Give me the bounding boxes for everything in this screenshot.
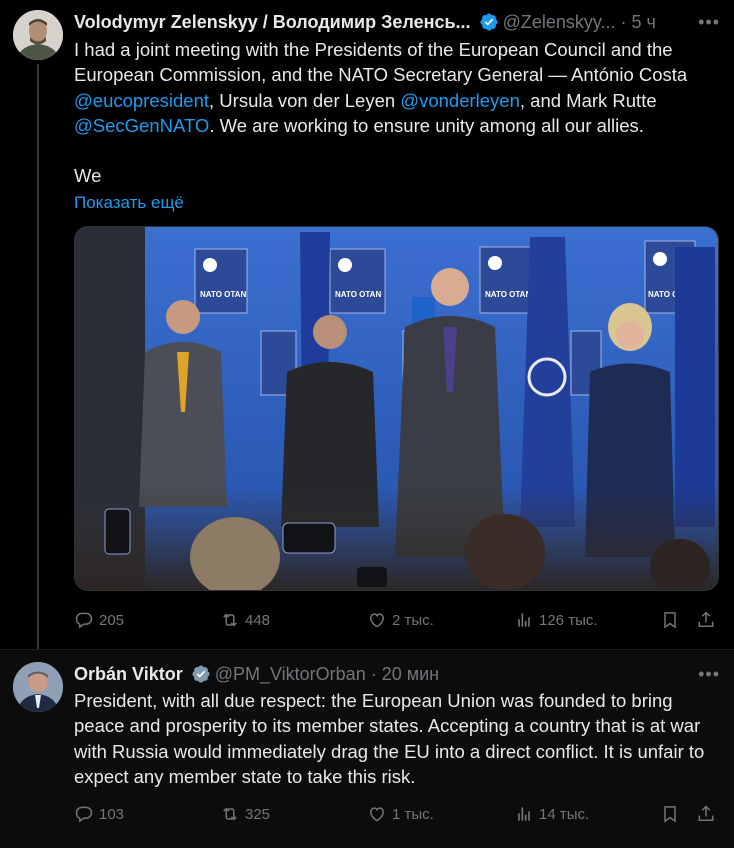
separator-dot: · [620, 11, 627, 32]
like-count: 2 тыс. [392, 611, 434, 629]
verified-badge-icon [192, 665, 210, 683]
author-handle[interactable]: @Zelenskyy... [503, 12, 616, 33]
like-icon [369, 613, 385, 628]
reply-count: 205 [99, 611, 125, 629]
nato-label: NATO OTAN [485, 290, 531, 299]
tweet-photo[interactable]: NATO OTAN NATO OTAN NATO OTAN NATO OTAN [74, 226, 719, 591]
tweet-text: I had a joint meeting with the President… [74, 37, 716, 216]
repost-count: 325 [245, 805, 271, 823]
author-name[interactable]: Orbán Viktor [74, 664, 183, 685]
share-icon [698, 805, 714, 821]
share-button[interactable] [696, 804, 721, 824]
views-icon [518, 613, 530, 627]
bookmark-icon [664, 806, 676, 823]
mention-link[interactable]: @eucopresident [74, 90, 209, 111]
text-part: , and Mark Rutte [519, 89, 657, 111]
reply-button[interactable]: 103 [74, 804, 124, 824]
reply-icon [75, 612, 93, 629]
bookmark-button[interactable] [660, 610, 685, 630]
repost-count: 448 [245, 611, 271, 629]
text-continued: We [74, 165, 102, 187]
like-count: 1 тыс. [392, 805, 434, 823]
tweet-actions: 103 325 1 тыс. 14 тыс. [74, 801, 720, 827]
tweet-actions: 205 448 2 тыс. 126 тыс. [74, 607, 720, 633]
photo-illustration: NATO OTAN NATO OTAN NATO OTAN NATO OTAN [75, 227, 718, 590]
share-icon [698, 611, 714, 627]
repost-button[interactable]: 448 [220, 610, 270, 630]
views-button[interactable]: 14 тыс. [514, 804, 589, 824]
share-button[interactable] [696, 610, 721, 630]
avatar[interactable] [13, 662, 63, 712]
tweet-orban[interactable]: Orbán Viktor @PM_ViktorOrban · 20 мин ••… [0, 649, 734, 848]
repost-icon [223, 613, 237, 627]
views-icon [518, 807, 530, 821]
bookmark-button[interactable] [660, 804, 685, 824]
avatar[interactable] [13, 10, 63, 60]
bookmark-icon [664, 612, 676, 629]
views-button[interactable]: 126 тыс. [514, 610, 598, 630]
mention-link[interactable]: @SecGenNATO [74, 115, 209, 136]
tweet-text: President, with all due respect: the Eur… [74, 690, 705, 787]
separator-dot: · [370, 663, 377, 684]
nato-label: NATO OTAN [335, 290, 381, 299]
repost-button[interactable]: 325 [220, 804, 270, 824]
mention-link[interactable]: @vonderleyen [400, 90, 520, 111]
like-button[interactable]: 1 тыс. [367, 804, 434, 824]
view-count: 14 тыс. [539, 805, 590, 823]
author-handle[interactable]: @PM_ViktorOrban [215, 664, 366, 685]
more-icon[interactable]: ••• [698, 12, 720, 33]
reply-count: 103 [99, 805, 125, 823]
tweet-header: Volodymyr Zelenskyy / Володимир Зеленсь.… [74, 9, 720, 35]
reply-button[interactable]: 205 [74, 610, 124, 630]
show-more-link[interactable]: Показать ещё [74, 190, 716, 215]
timestamp[interactable]: 20 мин [382, 664, 439, 685]
more-icon[interactable]: ••• [698, 664, 720, 685]
view-count: 126 тыс. [539, 611, 598, 629]
text-part: , Ursula von der Leyen [209, 89, 396, 111]
tweet-zelenskyy[interactable]: Volodymyr Zelenskyy / Володимир Зеленсь.… [0, 0, 734, 649]
verified-badge-icon [480, 13, 498, 31]
like-icon [369, 807, 385, 822]
repost-icon [223, 807, 237, 821]
like-button[interactable]: 2 тыс. [367, 610, 434, 630]
author-name[interactable]: Volodymyr Zelenskyy / Володимир Зеленсь.… [74, 12, 471, 33]
text-part: I had a joint meeting with the President… [74, 39, 688, 86]
text-part: . We are working to ensure unity among a… [209, 114, 644, 136]
tweet-header: Orbán Viktor @PM_ViktorOrban · 20 мин ••… [74, 661, 720, 687]
nato-label: NATO OTAN [200, 290, 246, 299]
thread-line [37, 64, 39, 649]
reply-icon [75, 806, 93, 823]
timestamp[interactable]: 5 ч [632, 12, 656, 33]
